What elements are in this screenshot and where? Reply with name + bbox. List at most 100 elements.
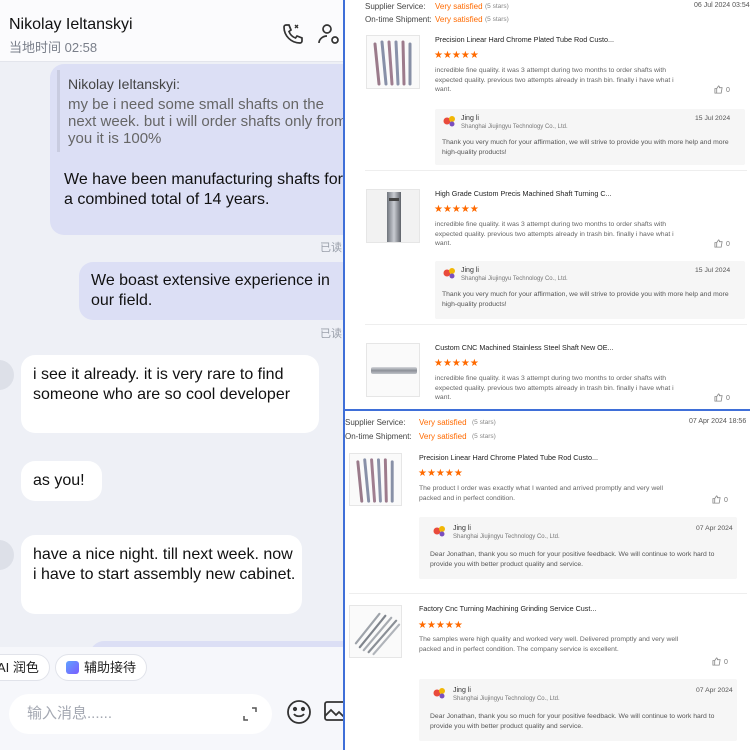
review-text: incredible fine quality. it was 3 attemp…	[435, 67, 674, 93]
outgoing-message[interactable]: We boast extensive experience in our fie…	[79, 262, 343, 320]
ontime-label: On-time Shipment:	[365, 15, 432, 24]
product-title[interactable]: Precision Linear Hard Chrome Plated Tube…	[435, 35, 614, 44]
outgoing-message[interactable]: Nikolay Ieltanskyi: my be i need some sm…	[50, 64, 343, 235]
image-icon[interactable]	[323, 699, 343, 723]
thumbs-up-icon	[712, 657, 721, 666]
local-time: 当地时间 02:58	[9, 40, 98, 55]
seller-logo-icon	[433, 688, 445, 699]
review-date: 07 Apr 2024 18:56	[689, 418, 747, 425]
message-text: We boast extensive experience in our fie…	[91, 272, 330, 309]
like-button[interactable]: 0	[712, 495, 728, 504]
contact-name: Nikolay Ieltanskyi	[9, 16, 133, 33]
product-thumbnail[interactable]	[366, 189, 420, 243]
like-count: 0	[726, 87, 730, 94]
incoming-message[interactable]: as you!	[21, 461, 102, 501]
review-text: incredible fine quality. it was 3 attemp…	[435, 375, 674, 401]
reply-author: Jing li	[461, 115, 479, 122]
ontime-note: (5 stars)	[485, 16, 509, 23]
seller-logo-icon	[433, 526, 445, 537]
ontime-value: Very satisfied	[435, 15, 483, 24]
phone-icon[interactable]	[281, 22, 305, 46]
rods-image	[356, 458, 394, 503]
read-status: 已读	[320, 328, 342, 340]
grinding-shafts-image	[354, 612, 401, 656]
seller-reply: Jing li Shanghai Jiujingyu Technology Co…	[419, 679, 737, 741]
seller-reply: Jing li Shanghai Jiujingyu Technology Co…	[419, 517, 737, 579]
supplier-service-value: Very satisfied	[435, 2, 483, 11]
assisted-reception-label: 辅助接待	[84, 660, 137, 675]
ontime-value: Very satisfied	[419, 432, 467, 441]
assistant-icon	[66, 661, 79, 674]
supplier-service-note: (5 stars)	[472, 419, 496, 426]
reply-author: Jing li	[453, 525, 471, 532]
reply-date: 07 Apr 2024	[696, 687, 733, 694]
thumbs-up-icon	[714, 393, 723, 402]
message-input[interactable]: 输入消息......	[9, 694, 272, 734]
reply-text: Dear Jonathan, thank you so much for you…	[430, 713, 715, 730]
shaft-image	[387, 192, 401, 242]
message-list[interactable]: Nikolay Ieltanskyi: my be i need some sm…	[0, 62, 343, 647]
message-text: as you!	[33, 472, 85, 489]
contact-profile-icon[interactable]	[317, 22, 341, 46]
thumbs-up-icon	[714, 85, 723, 94]
review-text: The product I order was exactly what I w…	[419, 485, 664, 502]
rating-stars: ★★★★★	[434, 50, 479, 61]
reply-company: Shanghai Jiujingyu Technology Co., Ltd.	[453, 696, 560, 702]
message-text: We have been manufacturing shafts for a …	[64, 171, 343, 208]
rods-image	[373, 40, 412, 86]
input-bar: 输入消息......	[0, 689, 343, 750]
ontime-note: (5 stars)	[472, 433, 496, 440]
ontime-label: On-time Shipment:	[345, 432, 412, 441]
like-count: 0	[726, 241, 730, 248]
reply-author: Jing li	[453, 687, 471, 694]
product-thumbnail[interactable]	[366, 35, 420, 89]
product-title[interactable]: Precision Linear Hard Chrome Plated Tube…	[419, 453, 598, 462]
quoted-text: my be i need some small shafts on the ne…	[68, 96, 343, 147]
seller-logo-icon	[443, 116, 455, 127]
emoji-icon[interactable]	[286, 699, 312, 725]
reply-company: Shanghai Jiujingyu Technology Co., Ltd.	[453, 534, 560, 540]
steel-shaft-image	[371, 367, 417, 374]
like-button[interactable]: 0	[714, 393, 730, 402]
incoming-message[interactable]: i see it already. it is very rare to fin…	[21, 355, 319, 433]
supplier-service-note: (5 stars)	[485, 3, 509, 10]
like-button[interactable]: 0	[714, 85, 730, 94]
read-status: 已读	[320, 242, 342, 254]
quoted-message: Nikolay Ieltanskyi: my be i need some sm…	[57, 70, 343, 152]
like-count: 0	[724, 659, 728, 666]
like-button[interactable]: 0	[714, 239, 730, 248]
product-title[interactable]: Custom CNC Machined Stainless Steel Shaf…	[435, 343, 614, 352]
ai-polish-label: AI 润色	[0, 660, 39, 675]
reply-company: Shanghai Jiujingyu Technology Co., Ltd.	[461, 124, 568, 130]
reviews-panel-bottom: Supplier Service: Very satisfied (5 star…	[345, 411, 750, 750]
review-item: Precision Linear Hard Chrome Plated Tube…	[365, 30, 747, 171]
supplier-service-label: Supplier Service:	[345, 418, 406, 427]
review-text: The samples were high quality and worked…	[419, 636, 679, 653]
review-item: Precision Linear Hard Chrome Plated Tube…	[349, 447, 747, 594]
product-title[interactable]: Factory Cnc Turning Machining Grinding S…	[419, 604, 596, 613]
assisted-reception-button[interactable]: 辅助接待	[55, 654, 148, 681]
product-thumbnail[interactable]	[349, 605, 402, 658]
message-text: i see it already. it is very rare to fin…	[33, 366, 291, 403]
like-button[interactable]: 0	[712, 657, 728, 666]
review-item: Factory Cnc Turning Machining Grinding S…	[349, 599, 747, 749]
product-thumbnail[interactable]	[349, 453, 402, 506]
message-text: have a nice night. till next week. now i…	[33, 546, 296, 583]
review-item: Custom CNC Machined Stainless Steel Shaf…	[365, 338, 747, 409]
rating-stars: ★★★★★	[418, 468, 463, 479]
chat-window: Nikolay Ieltanskyi 当地时间 02:58 Nikolay Ie…	[0, 0, 343, 750]
ai-polish-button[interactable]: AI 润色	[0, 654, 50, 681]
contact-avatar[interactable]	[0, 360, 14, 390]
thumbs-up-icon	[714, 239, 723, 248]
contact-avatar[interactable]	[0, 540, 14, 570]
chat-header: Nikolay Ieltanskyi 当地时间 02:58	[0, 0, 343, 62]
product-title[interactable]: High Grade Custom Precis Machined Shaft …	[435, 189, 612, 198]
chat-toolbar: AI 润色 辅助接待	[0, 647, 343, 689]
expand-icon[interactable]	[242, 706, 258, 722]
supplier-service-value: Very satisfied	[419, 418, 467, 427]
incoming-message[interactable]: have a nice night. till next week. now i…	[21, 535, 302, 614]
reply-date: 15 Jul 2024	[695, 267, 731, 274]
message-input-placeholder: 输入消息......	[27, 705, 113, 722]
product-thumbnail[interactable]	[366, 343, 420, 397]
rating-stars: ★★★★★	[418, 620, 463, 631]
